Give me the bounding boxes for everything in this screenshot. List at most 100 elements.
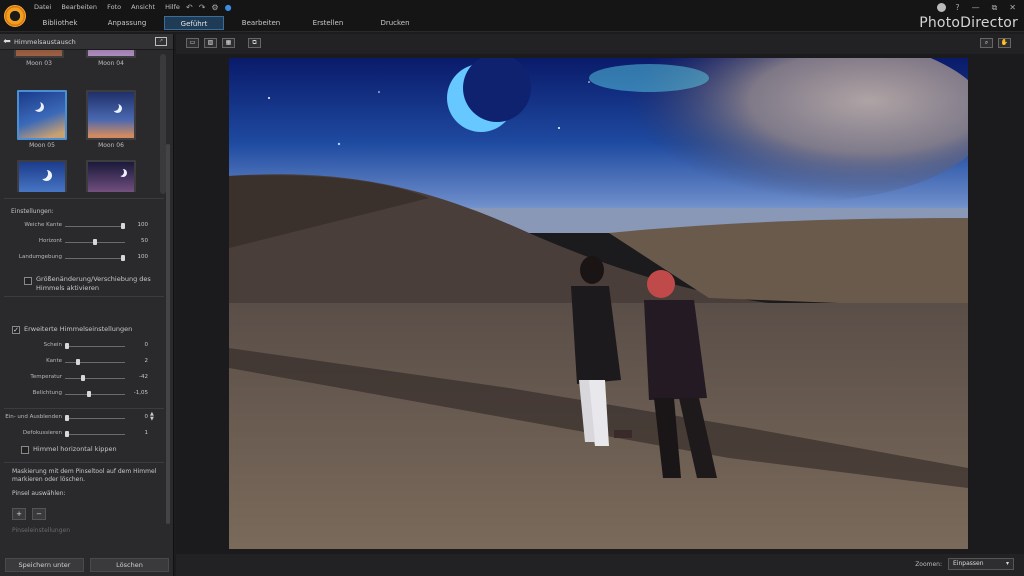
slider-handle[interactable] bbox=[87, 391, 92, 397]
slider-label: Kante bbox=[46, 358, 62, 364]
settings-heading: Einstellungen: bbox=[11, 208, 175, 215]
flip-sky-checkbox[interactable] bbox=[21, 446, 29, 454]
advanced-settings-checkbox[interactable]: ✓ bbox=[12, 326, 20, 334]
slider-row: Ein- und Ausblenden 0 bbox=[0, 412, 164, 424]
slider-handle[interactable] bbox=[65, 343, 69, 349]
help-button[interactable]: ? bbox=[955, 3, 959, 13]
divider bbox=[4, 296, 164, 297]
moon-icon bbox=[116, 168, 124, 176]
slider-handle[interactable] bbox=[65, 431, 69, 437]
slider-handle[interactable] bbox=[76, 359, 81, 365]
slider-track[interactable] bbox=[65, 418, 125, 419]
menu-edit[interactable]: Bearbeiten bbox=[61, 3, 97, 11]
slider-handle[interactable] bbox=[93, 239, 97, 245]
view-compare-icon[interactable]: ▨ bbox=[204, 38, 217, 48]
preset-item[interactable]: Moon 05 bbox=[15, 90, 69, 149]
tab-library[interactable]: Bibliothek bbox=[30, 16, 90, 30]
slider-value: 0 bbox=[144, 414, 149, 420]
slider-handle[interactable] bbox=[81, 375, 86, 381]
slider-label: Temperatur bbox=[30, 374, 62, 380]
slider-track[interactable] bbox=[65, 378, 125, 379]
preset-item[interactable] bbox=[84, 160, 138, 192]
preset-label: Moon 03 bbox=[26, 60, 52, 67]
status-bar: Zoomen: Einpassen ▾ bbox=[176, 554, 1024, 576]
brush-add-icon[interactable]: + bbox=[12, 508, 26, 520]
divider bbox=[4, 408, 164, 409]
preset-item[interactable]: Moon 04 bbox=[84, 50, 138, 67]
undo-icon[interactable]: ↶ bbox=[186, 3, 193, 12]
view-single-icon[interactable]: ▭ bbox=[186, 38, 199, 48]
menu-help[interactable]: Hilfe bbox=[165, 3, 180, 11]
slider-value: 0 bbox=[144, 342, 149, 348]
panel-title: Himmelsaustausch bbox=[14, 37, 76, 46]
slider-value: 50 bbox=[141, 238, 148, 244]
slider-handle[interactable] bbox=[65, 415, 69, 421]
tab-print[interactable]: Drucken bbox=[365, 16, 425, 30]
slider-track[interactable] bbox=[65, 434, 125, 435]
pan-hand-icon[interactable]: ✋ bbox=[998, 38, 1011, 48]
slider-track[interactable] bbox=[65, 226, 125, 227]
zoom-select[interactable]: Einpassen ▾ bbox=[948, 558, 1014, 570]
slider-value: 100 bbox=[137, 254, 149, 260]
resize-sky-label: Größenänderung/Verschiebung des Himmels … bbox=[36, 275, 151, 292]
resize-sky-checkbox[interactable] bbox=[24, 277, 32, 285]
slider-track[interactable] bbox=[65, 362, 125, 363]
photo-preview bbox=[229, 58, 968, 549]
slider-track[interactable] bbox=[65, 258, 125, 259]
slider-track[interactable] bbox=[65, 346, 125, 347]
moon-icon bbox=[31, 100, 41, 110]
tab-create[interactable]: Erstellen bbox=[298, 16, 358, 30]
divider bbox=[4, 198, 164, 199]
tab-edit[interactable]: Bearbeiten bbox=[231, 16, 291, 30]
export-icon[interactable]: ↗ bbox=[155, 37, 167, 46]
preset-item[interactable] bbox=[15, 160, 69, 192]
brush-erase-icon[interactable]: − bbox=[32, 508, 46, 520]
mask-hint: Maskierung mit dem Pinseltool auf dem Hi… bbox=[12, 468, 157, 483]
menu-photo[interactable]: Foto bbox=[107, 3, 121, 11]
brush-select-label: Pinsel auswählen: bbox=[12, 490, 66, 497]
slider-value: 1 bbox=[144, 430, 149, 436]
account-icon[interactable] bbox=[937, 3, 946, 12]
preset-item[interactable]: Moon 03 bbox=[12, 50, 66, 67]
slider-handle[interactable] bbox=[121, 255, 125, 261]
tab-guided[interactable]: Geführt bbox=[164, 16, 224, 30]
delete-button[interactable]: Löschen bbox=[90, 558, 169, 572]
slider-label: Ein- und Ausblenden bbox=[5, 414, 62, 420]
slider-handle[interactable] bbox=[121, 223, 125, 229]
redo-icon[interactable]: ↷ bbox=[199, 3, 206, 12]
update-icon[interactable]: ● bbox=[225, 3, 232, 12]
close-button[interactable]: ✕ bbox=[1009, 3, 1016, 13]
slider-label: Horizont bbox=[38, 238, 62, 244]
preset-thumbnail bbox=[17, 90, 67, 140]
slider-value: 2 bbox=[144, 358, 149, 364]
maximize-button[interactable]: ⧉ bbox=[992, 3, 998, 13]
back-arrow-icon[interactable]: ⬅ bbox=[0, 37, 14, 47]
preset-thumbnail bbox=[86, 90, 136, 140]
tab-adjust[interactable]: Anpassung bbox=[97, 16, 157, 30]
view-grid-icon[interactable]: ▦ bbox=[222, 38, 235, 48]
slider-track[interactable] bbox=[65, 394, 125, 395]
minimize-button[interactable]: — bbox=[972, 3, 980, 13]
view-before-after-icon[interactable]: ⧉ bbox=[248, 38, 261, 48]
panel-header: ⬅ Himmelsaustausch ↗ bbox=[0, 34, 173, 50]
preset-label: Moon 06 bbox=[98, 142, 124, 149]
module-tabs: Bibliothek Anpassung Geführt Bearbeiten … bbox=[30, 16, 432, 30]
slider-label: Landumgebung bbox=[18, 254, 62, 260]
slider-value: 100 bbox=[137, 222, 149, 228]
brush-settings-label: Pinseleinstellungen bbox=[12, 527, 71, 534]
save-as-button[interactable]: Speichern unter bbox=[5, 558, 84, 572]
slider-row: Schein 0 bbox=[0, 340, 164, 352]
sky-preset-grid: Moon 03 Moon 04 Moon 05 Moon 06 bbox=[0, 50, 173, 192]
menu-view[interactable]: Ansicht bbox=[131, 3, 155, 11]
preset-thumbnail bbox=[86, 160, 136, 192]
brand-title: PhotoDirector bbox=[919, 15, 1018, 31]
stepper-arrows-icon[interactable]: ▲ ▼ bbox=[150, 412, 154, 422]
settings-gear-icon[interactable]: ⚙ bbox=[211, 3, 218, 12]
flip-sky-label: Himmel horizontal kippen bbox=[33, 445, 117, 453]
panel-scrollbar[interactable] bbox=[166, 144, 170, 524]
preset-label: Moon 05 bbox=[29, 142, 55, 149]
zoom-tool-icon[interactable]: ⌕ bbox=[980, 38, 993, 48]
menu-file[interactable]: Datei bbox=[34, 3, 51, 11]
moon-icon bbox=[37, 168, 48, 179]
preset-item[interactable]: Moon 06 bbox=[84, 90, 138, 149]
